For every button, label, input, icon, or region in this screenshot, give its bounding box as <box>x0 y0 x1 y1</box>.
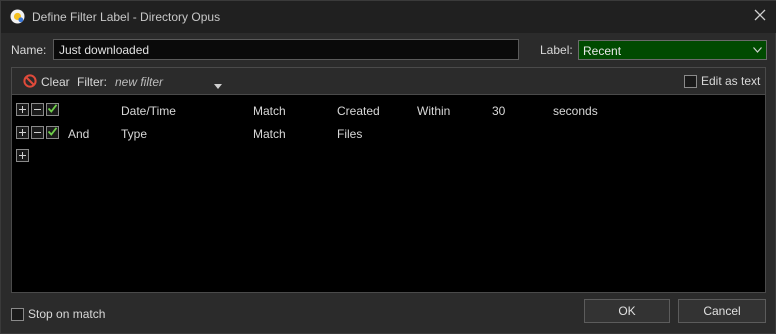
checkbox-box <box>684 74 697 88</box>
plus-icon <box>18 126 27 140</box>
rule-enabled-checkbox[interactable] <box>46 103 59 116</box>
stop-on-match-label: Stop on match <box>28 307 106 321</box>
filter-combo[interactable]: new filter <box>113 74 225 90</box>
checkmark-icon <box>47 103 58 117</box>
rule-row[interactable]: And Type Match Files <box>12 123 765 143</box>
close-button[interactable] <box>747 4 773 28</box>
rule-conjunction[interactable]: And <box>68 127 89 141</box>
rule-list: Date/Time Match Created Within 30 second… <box>12 96 765 292</box>
add-rule-button[interactable] <box>16 149 29 162</box>
minus-icon <box>33 126 42 140</box>
expand-button[interactable] <box>16 126 29 139</box>
add-rule-row[interactable] <box>12 146 765 166</box>
title-bar: Define Filter Label - Directory Opus <box>1 1 776 33</box>
edit-as-text-label: Edit as text <box>701 74 761 88</box>
window-title: Define Filter Label - Directory Opus <box>32 10 221 24</box>
chevron-down-icon <box>748 41 766 59</box>
cancel-button[interactable]: Cancel <box>678 299 766 323</box>
clear-label: Clear <box>41 75 70 89</box>
rule-amount[interactable]: 30 <box>492 104 505 118</box>
label-select[interactable]: Recent <box>578 40 767 60</box>
rule-row[interactable]: Date/Time Match Created Within 30 second… <box>12 100 765 120</box>
edit-as-text-checkbox[interactable]: Edit as text <box>684 74 760 88</box>
ok-button[interactable]: OK <box>584 299 670 323</box>
name-label: Name: <box>11 43 47 57</box>
rule-value[interactable]: Created <box>337 104 380 118</box>
rule-operator[interactable]: Match <box>253 104 286 118</box>
filter-toolbar: Clear Filter: new filter Edit as text <box>12 68 765 95</box>
clear-button[interactable]: Clear <box>23 73 70 91</box>
filter-combo-value: new filter <box>115 75 164 89</box>
directory-opus-icon <box>10 9 25 24</box>
label-select-value: Recent <box>583 44 622 58</box>
close-icon <box>754 9 766 24</box>
expand-button[interactable] <box>16 103 29 116</box>
collapse-button[interactable] <box>31 103 44 116</box>
rule-value[interactable]: Files <box>337 127 362 141</box>
checkbox-box <box>11 307 24 321</box>
rule-operator[interactable]: Match <box>253 127 286 141</box>
label-label: Label: <box>540 43 573 57</box>
stop-on-match-checkbox[interactable]: Stop on match <box>11 307 105 321</box>
name-input[interactable] <box>53 39 519 60</box>
rule-unit[interactable]: seconds <box>553 104 598 118</box>
rule-qualifier[interactable]: Within <box>417 104 450 118</box>
rule-field[interactable]: Date/Time <box>121 104 176 118</box>
filter-label: Filter: <box>77 75 107 89</box>
plus-icon <box>18 103 27 117</box>
rule-field[interactable]: Type <box>121 127 147 141</box>
dropdown-arrow-icon <box>214 78 222 92</box>
rule-enabled-checkbox[interactable] <box>46 126 59 139</box>
plus-icon <box>18 149 27 163</box>
collapse-button[interactable] <box>31 126 44 139</box>
no-entry-icon <box>23 73 37 91</box>
define-filter-label-dialog: Define Filter Label - Directory Opus Nam… <box>0 0 776 334</box>
minus-icon <box>33 103 42 117</box>
filter-rules-panel: Clear Filter: new filter Edit as text Da… <box>11 67 766 293</box>
checkmark-icon <box>47 126 58 140</box>
